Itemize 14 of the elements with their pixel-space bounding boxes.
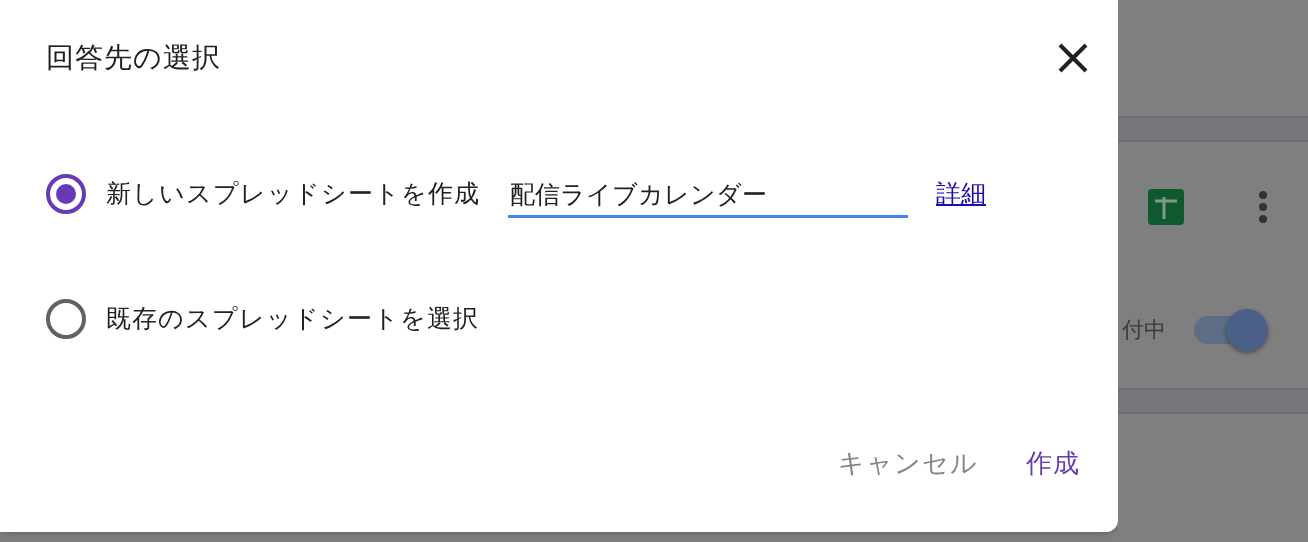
input-field[interactable]: 配信ライブカレンダー [508, 179, 908, 218]
option-label: 既存のスプレッドシートを選択 [106, 303, 479, 335]
create-button[interactable]: 作成 [1014, 435, 1092, 491]
more-icon[interactable] [1258, 190, 1268, 224]
radio-button[interactable] [46, 298, 86, 339]
status-text: 付中 [1122, 316, 1166, 344]
details-link[interactable]: 詳細 [936, 177, 986, 210]
dialog-title: 回答先の選択 [46, 40, 221, 76]
cancel-button[interactable]: キャンセル [826, 435, 990, 491]
toggle-switch[interactable] [1194, 309, 1268, 351]
option-label: 新しいスプレッドシートを作成 [106, 178, 480, 210]
radio-button[interactable] [46, 173, 86, 214]
spreadsheet-icon[interactable] [1148, 189, 1184, 225]
close-icon[interactable] [1058, 43, 1088, 73]
